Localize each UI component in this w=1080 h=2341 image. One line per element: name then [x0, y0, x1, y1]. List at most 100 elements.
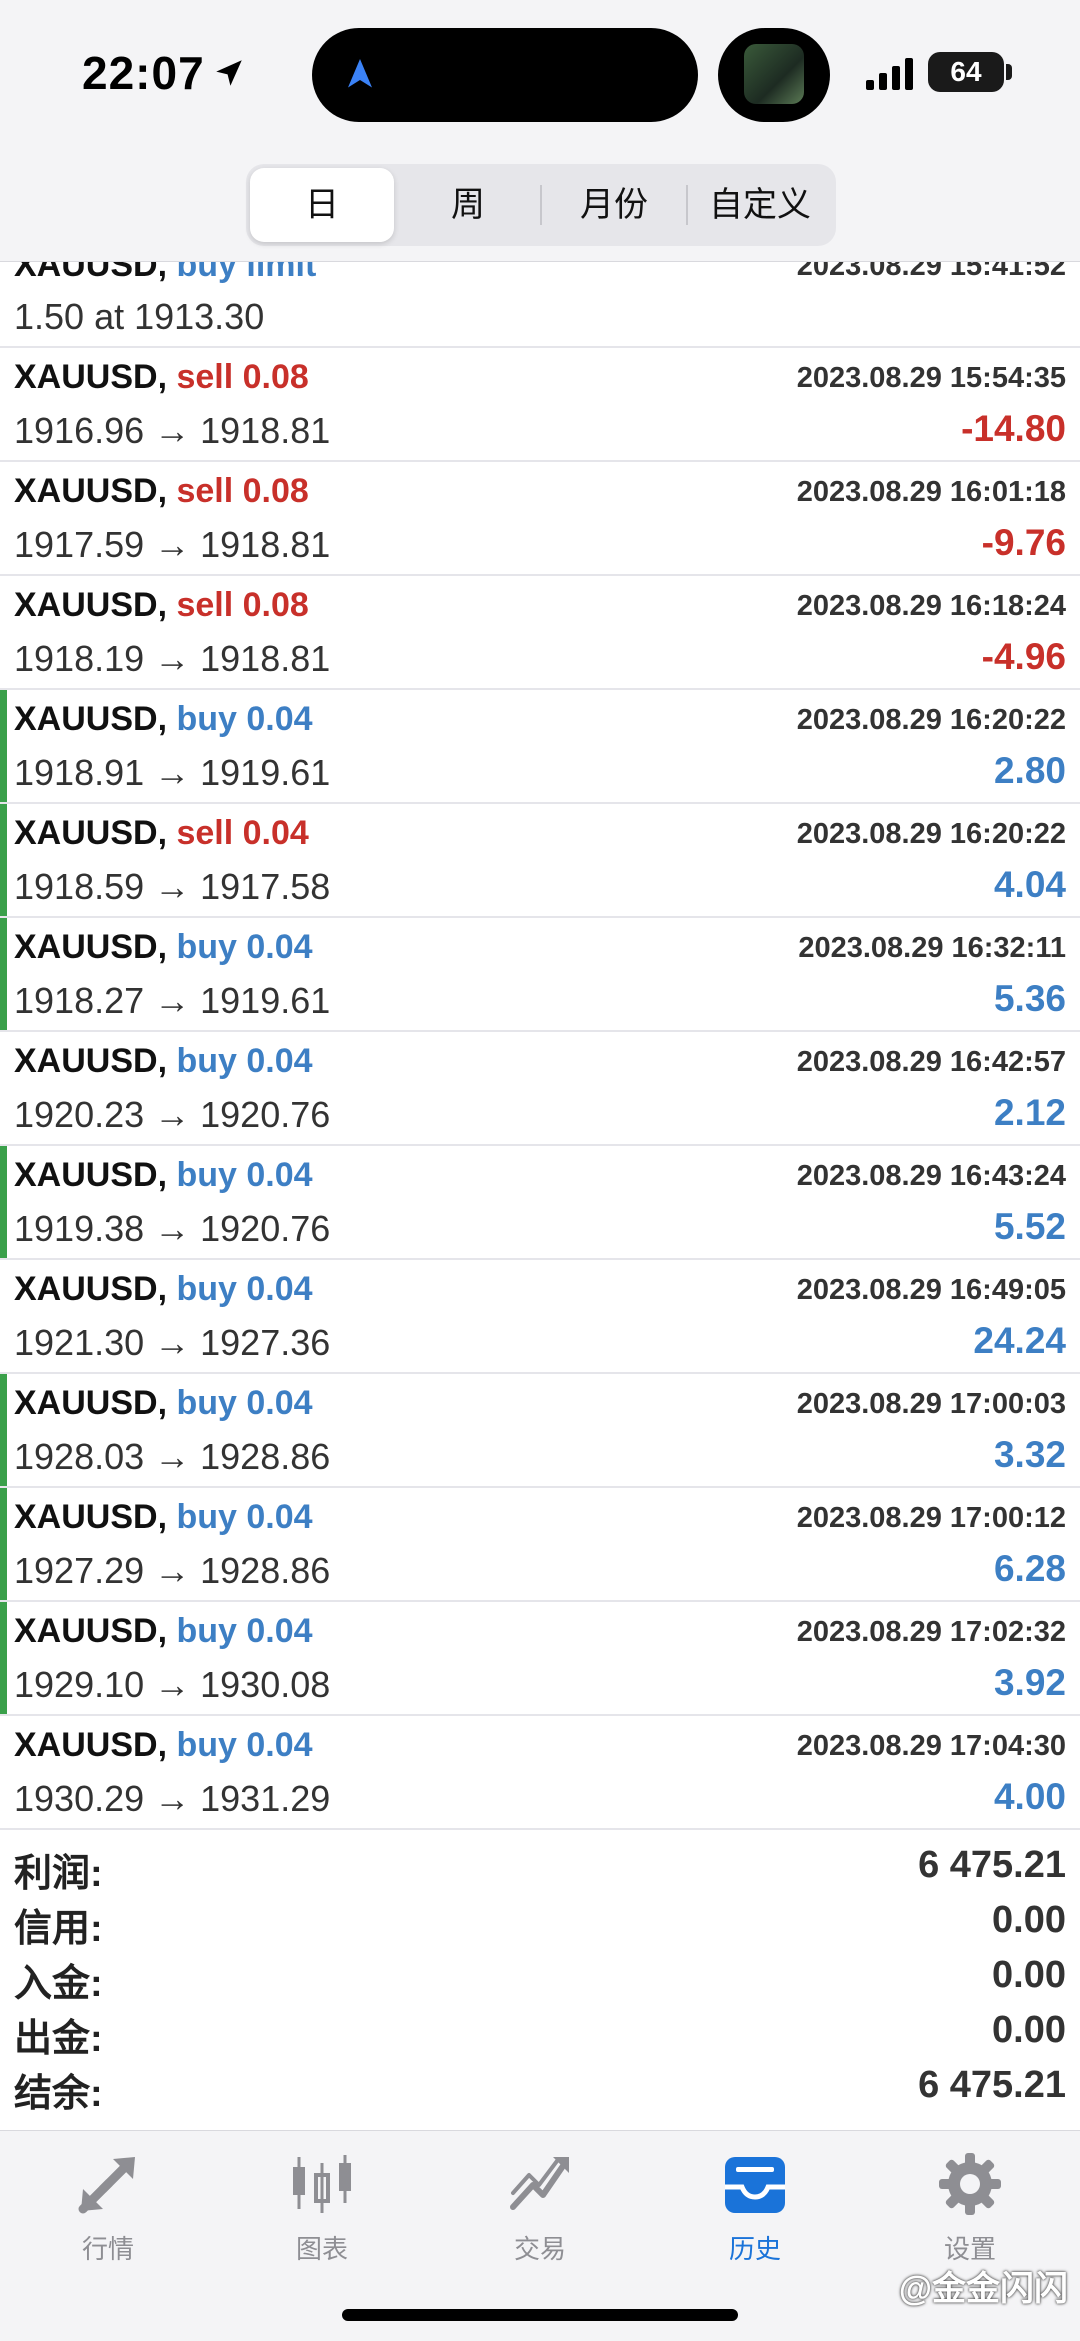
tab-settings[interactable]: 设置 — [870, 2149, 1070, 2279]
deal-time: 2023.08.29 15:41:52 — [796, 262, 1066, 282]
tab-label: 行情 — [81, 2234, 134, 2264]
summary-label: 利润: — [14, 1853, 103, 1895]
deal-row[interactable]: XAUUSD, sell 0.08 2023.08.29 16:01:18 19… — [0, 462, 1080, 576]
deal-type: buy 0.04 — [176, 928, 313, 966]
deal-row[interactable]: XAUUSD, buy limit 2023.08.29 15:41:52 1.… — [0, 262, 1080, 348]
deal-type: buy 0.04 — [176, 1726, 313, 1764]
status-bar: 22:07 64 — [0, 0, 1080, 150]
deal-symbol: XAUUSD, — [14, 358, 168, 396]
deal-time: 2023.08.29 16:20:22 — [796, 704, 1066, 736]
tab-quotes[interactable]: 行情 — [8, 2149, 208, 2279]
deal-symbol: XAUUSD, — [14, 814, 168, 852]
deal-type: buy 0.04 — [176, 700, 313, 738]
deal-row[interactable]: XAUUSD, buy 0.04 2023.08.29 17:02:32 192… — [0, 1602, 1080, 1716]
deal-title: XAUUSD, sell 0.08 — [14, 586, 309, 625]
summary-deposit-row: 入金: 0.00 — [0, 1948, 1080, 2005]
deal-price: 1919.38 → 1920.76 — [14, 1208, 331, 1249]
deal-profit: 5.36 — [993, 978, 1066, 1019]
deal-row[interactable]: XAUUSD, sell 0.08 2023.08.29 15:54:35 19… — [0, 348, 1080, 462]
status-time: 22:07 — [82, 47, 205, 99]
summary-value: 6 475.21 — [918, 1844, 1066, 1886]
summary-credit-row: 信用: 0.00 — [0, 1893, 1080, 1950]
segment-month[interactable]: 月份 — [542, 168, 686, 242]
deal-row[interactable]: XAUUSD, buy 0.04 2023.08.29 17:04:30 193… — [0, 1716, 1080, 1830]
deal-time: 2023.08.29 17:02:32 — [796, 1616, 1066, 1648]
tab-trade[interactable]: 交易 — [440, 2149, 640, 2279]
position-marker — [0, 1602, 7, 1714]
position-marker — [0, 1374, 7, 1486]
deal-type: sell 0.04 — [176, 814, 309, 852]
segment-week[interactable]: 周 — [396, 168, 540, 242]
history-deals-list: XAUUSD, buy limit 2023.08.29 15:41:52 1.… — [0, 262, 1080, 1830]
deal-row[interactable]: XAUUSD, buy 0.04 2023.08.29 17:00:03 192… — [0, 1374, 1080, 1488]
deal-symbol: XAUUSD, — [14, 586, 168, 624]
deal-time: 2023.08.29 16:20:22 — [796, 818, 1066, 850]
deal-type: buy 0.04 — [176, 1156, 313, 1194]
deal-symbol: XAUUSD, — [14, 1498, 168, 1536]
account-summary: 利润: 6 475.21 信用: 0.00 入金: 0.00 出金: 0.00 … — [0, 1838, 1080, 2130]
segment-custom[interactable]: 自定义 — [688, 168, 832, 242]
deal-profit: -14.80 — [961, 408, 1066, 449]
deal-row[interactable]: XAUUSD, buy 0.04 2023.08.29 16:32:11 191… — [0, 918, 1080, 1032]
deal-time: 2023.08.29 16:18:24 — [796, 590, 1066, 622]
deal-type: buy 0.04 — [176, 1042, 313, 1080]
deal-row[interactable]: XAUUSD, buy 0.04 2023.08.29 16:20:22 191… — [0, 690, 1080, 804]
tab-chart[interactable]: 图表 — [222, 2149, 422, 2279]
deal-type: buy 0.04 — [176, 1270, 313, 1308]
deal-symbol: XAUUSD, — [14, 472, 168, 510]
trade-icon — [510, 2157, 569, 2210]
media-thumbnail-image — [744, 44, 804, 104]
tab-label: 图表 — [295, 2234, 348, 2264]
deal-time: 2023.08.29 17:00:03 — [796, 1388, 1066, 1420]
deal-price: 1929.10 → 1930.08 — [14, 1664, 331, 1705]
segment-day[interactable]: 日 — [250, 168, 394, 242]
deal-time: 2023.08.29 17:00:12 — [796, 1502, 1066, 1534]
deal-title: XAUUSD, buy 0.04 — [14, 1612, 313, 1651]
deal-profit: 3.92 — [993, 1662, 1066, 1703]
deal-row[interactable]: XAUUSD, buy 0.04 2023.08.29 16:43:24 191… — [0, 1146, 1080, 1260]
deal-type: buy 0.04 — [176, 1612, 313, 1650]
dynamic-island[interactable] — [312, 28, 698, 122]
chart-candles-icon — [293, 2155, 351, 2213]
tab-label: 交易 — [513, 2234, 566, 2264]
deal-title: XAUUSD, buy 0.04 — [14, 1042, 313, 1081]
bottom-tab-bar: 行情 图表 交易 历史 设置 @金金闪闪 — [0, 2130, 1080, 2341]
deal-type: sell 0.08 — [176, 358, 309, 396]
deal-title: XAUUSD, buy limit — [14, 262, 316, 285]
deal-row[interactable]: XAUUSD, buy 0.04 2023.08.29 17:00:12 192… — [0, 1488, 1080, 1602]
summary-value: 0.00 — [992, 1899, 1066, 1941]
deal-symbol: XAUUSD, — [14, 1156, 168, 1194]
deal-title: XAUUSD, buy 0.04 — [14, 1270, 313, 1309]
home-indicator[interactable] — [342, 2309, 738, 2321]
deal-title: XAUUSD, buy 0.04 — [14, 928, 313, 967]
deal-row[interactable]: XAUUSD, buy 0.04 2023.08.29 16:42:57 192… — [0, 1032, 1080, 1146]
deal-time: 2023.08.29 16:01:18 — [796, 476, 1066, 508]
deal-row[interactable]: XAUUSD, sell 0.04 2023.08.29 16:20:22 19… — [0, 804, 1080, 918]
deal-title: XAUUSD, sell 0.08 — [14, 358, 309, 397]
tab-history[interactable]: 历史 — [655, 2149, 855, 2279]
deal-profit: 3.32 — [993, 1434, 1066, 1475]
deal-price: 1921.30 → 1927.36 — [14, 1322, 331, 1363]
battery-icon: 64 — [928, 52, 1004, 92]
deal-symbol: XAUUSD, — [14, 1726, 168, 1764]
deal-profit: -9.76 — [981, 522, 1066, 563]
deal-title: XAUUSD, buy 0.04 — [14, 1726, 313, 1765]
summary-profit-row: 利润: 6 475.21 — [0, 1838, 1080, 1895]
deal-title: XAUUSD, buy 0.04 — [14, 1498, 313, 1537]
period-segmented-control: 日 周 月份 自定义 — [246, 164, 836, 246]
summary-label: 信用: — [14, 1908, 103, 1950]
summary-withdrawal-row: 出金: 0.00 — [0, 2003, 1080, 2060]
deal-row[interactable]: XAUUSD, buy 0.04 2023.08.29 16:49:05 192… — [0, 1260, 1080, 1374]
deal-row[interactable]: XAUUSD, sell 0.08 2023.08.29 16:18:24 19… — [0, 576, 1080, 690]
deal-symbol: XAUUSD, — [14, 700, 168, 738]
deal-price: 1918.27 → 1919.61 — [14, 980, 331, 1021]
deal-symbol: XAUUSD, — [14, 1612, 168, 1650]
deal-price: 1916.96 → 1918.81 — [14, 410, 331, 451]
deal-price: 1918.19 → 1918.81 — [14, 638, 331, 679]
island-media-thumbnail[interactable] — [718, 28, 830, 122]
summary-balance-row: 结余: 6 475.21 — [0, 2058, 1080, 2115]
deal-profit: 4.00 — [993, 1776, 1066, 1817]
deal-symbol: XAUUSD, — [14, 262, 168, 284]
quotes-icon — [78, 2157, 135, 2214]
deal-symbol: XAUUSD, — [14, 1384, 168, 1422]
